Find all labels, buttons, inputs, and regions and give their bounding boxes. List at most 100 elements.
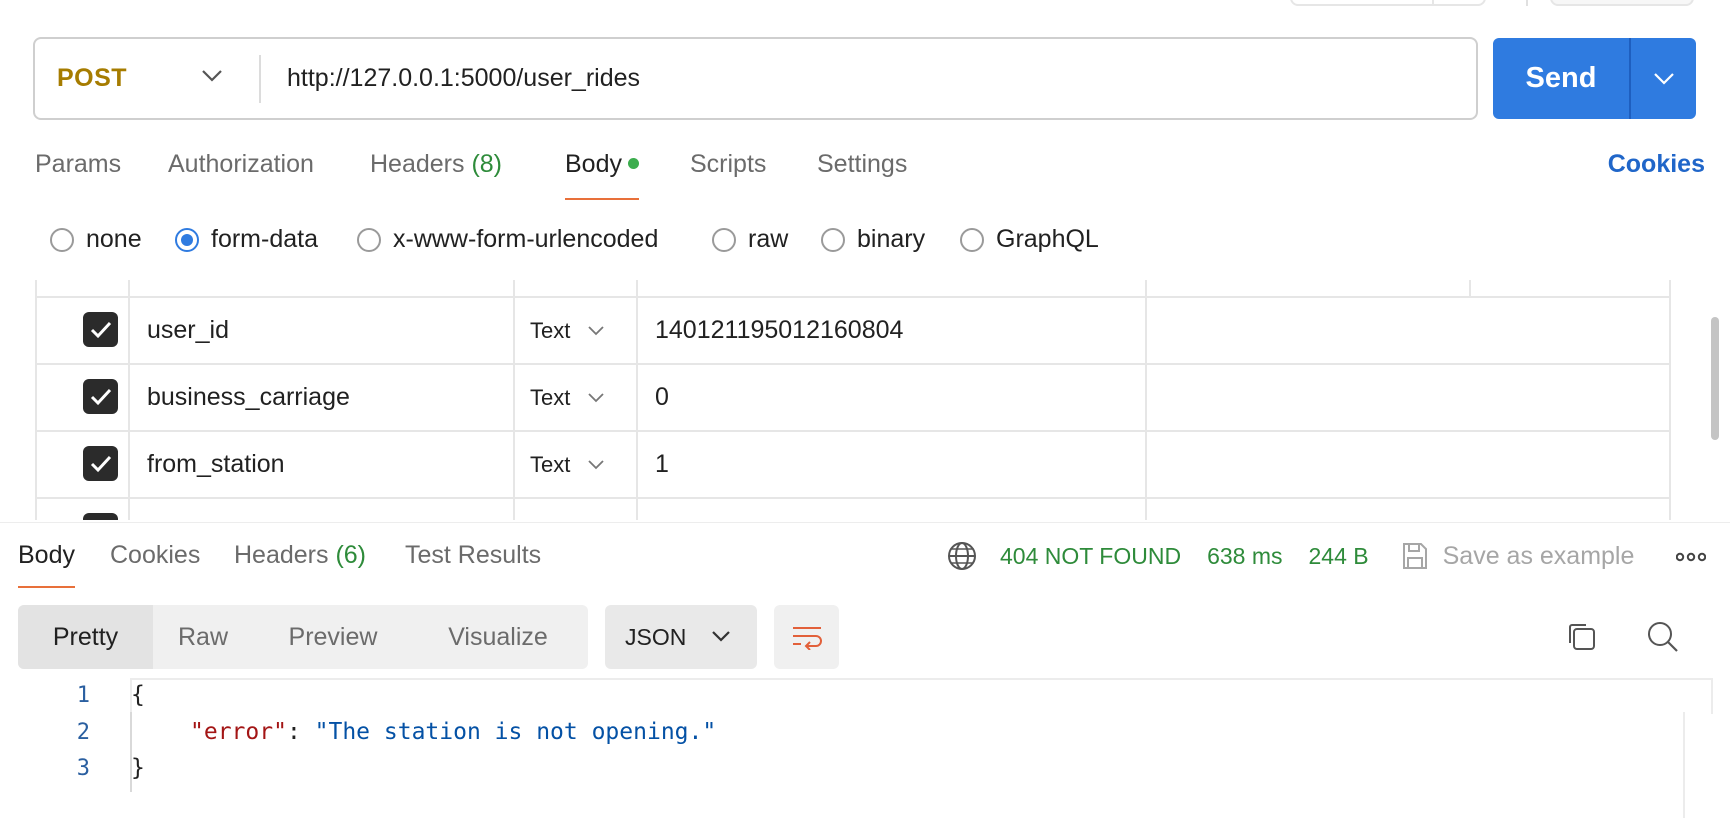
radio-circle — [960, 227, 984, 252]
headers-count: (8) — [471, 150, 503, 178]
response-tab-cookies[interactable]: Cookies — [110, 541, 200, 588]
wrap-lines-button[interactable] — [774, 605, 839, 669]
headers-count: (6) — [335, 541, 367, 569]
request-url-bar: POST — [33, 37, 1478, 120]
tab-label: Headers — [234, 541, 329, 569]
radio-label: form-data — [211, 225, 318, 253]
json-close-brace: } — [131, 755, 145, 781]
radio-circle — [175, 227, 199, 252]
more-options-icon[interactable] — [1676, 552, 1706, 562]
row-key[interactable]: user_id — [147, 316, 229, 345]
line-number: 3 — [76, 756, 90, 781]
cookies-link[interactable]: Cookies — [1608, 150, 1705, 179]
table-row: from_station Text 1 — [37, 430, 1669, 497]
tab-scripts[interactable]: Scripts — [690, 150, 766, 200]
globe-icon[interactable] — [946, 540, 978, 572]
radio-circle — [357, 227, 381, 252]
response-tab-test-results[interactable]: Test Results — [405, 541, 541, 588]
radio-circle — [712, 227, 736, 252]
method-selector[interactable]: POST — [35, 39, 259, 118]
tab-label: Headers — [370, 150, 465, 178]
row-checkbox[interactable] — [83, 513, 118, 520]
response-view-toggle: Pretty Raw Preview Visualize — [18, 605, 588, 669]
response-tab-headers[interactable]: Headers (6) — [234, 541, 366, 588]
radio-none[interactable]: none — [50, 225, 142, 254]
view-raw-button[interactable]: Raw — [153, 605, 253, 669]
tab-label: Authorization — [168, 150, 314, 178]
radio-graphql[interactable]: GraphQL — [960, 225, 1099, 254]
check-icon — [90, 455, 111, 472]
response-size[interactable]: 244 B — [1309, 543, 1369, 570]
radio-urlencoded[interactable]: x-www-form-urlencoded — [357, 225, 658, 254]
table-row-partial — [37, 497, 1669, 520]
current-line-highlight — [130, 678, 1713, 714]
row-value[interactable]: 0 — [655, 383, 669, 412]
radio-form-data[interactable]: form-data — [175, 225, 318, 254]
tab-settings[interactable]: Settings — [817, 150, 907, 200]
tab-body[interactable]: Body — [565, 150, 639, 200]
radio-label: raw — [748, 225, 789, 253]
save-as-example-button[interactable]: Save as example — [1401, 541, 1634, 571]
tab-headers[interactable]: Headers (8) — [370, 150, 502, 200]
modified-dot — [627, 158, 639, 169]
search-icon[interactable] — [1646, 620, 1680, 654]
table-row: business_carriage Text 0 — [37, 363, 1669, 430]
status-code[interactable]: 404 NOT FOUND — [1000, 543, 1181, 570]
method-label: POST — [57, 64, 128, 92]
view-preview-button[interactable]: Preview — [253, 605, 413, 669]
radio-label: GraphQL — [996, 225, 1099, 253]
copy-icon[interactable] — [1565, 620, 1599, 654]
response-status-bar: 404 NOT FOUND 638 ms 244 B Save as examp… — [946, 538, 1634, 574]
row-type-select[interactable]: Text — [530, 318, 604, 344]
request-tabs: Params Authorization Headers (8) Body Sc… — [35, 150, 1695, 200]
chevron-down-icon — [712, 631, 730, 642]
row-type-label: Text — [530, 385, 571, 410]
json-colon: : — [286, 719, 315, 745]
tab-label: Scripts — [690, 150, 767, 178]
tab-label: Body — [565, 150, 622, 178]
row-checkbox[interactable] — [83, 379, 118, 414]
row-value[interactable]: 140121195012160804 — [655, 316, 903, 345]
row-value[interactable]: 1 — [655, 450, 669, 479]
radio-raw[interactable]: raw — [712, 225, 788, 254]
chevron-down-icon — [588, 460, 604, 470]
format-select[interactable]: JSON — [605, 605, 757, 669]
tab-params[interactable]: Params — [35, 150, 121, 200]
view-pretty-button[interactable]: Pretty — [18, 605, 153, 669]
view-visualize-button[interactable]: Visualize — [413, 605, 583, 669]
response-time[interactable]: 638 ms — [1207, 543, 1282, 570]
radio-label: x-www-form-urlencoded — [393, 225, 659, 253]
url-input[interactable] — [261, 39, 1476, 118]
toolbar-divider — [1526, 0, 1528, 6]
row-type-select[interactable]: Text — [530, 385, 604, 411]
tab-label: Test Results — [405, 541, 542, 569]
row-key[interactable]: from_station — [147, 450, 285, 479]
response-body-editor[interactable]: 1 2 3 { "error": "The station is not ope… — [0, 678, 1730, 818]
json-key: "error" — [190, 719, 287, 745]
chevron-down-icon — [202, 70, 222, 82]
environment-selector[interactable] — [1290, 0, 1486, 6]
tab-authorization[interactable]: Authorization — [168, 150, 314, 200]
save-icon — [1402, 543, 1427, 569]
tab-label: Cookies — [110, 541, 201, 569]
response-tab-body[interactable]: Body — [18, 541, 75, 588]
radio-binary[interactable]: binary — [821, 225, 925, 254]
chevron-down-icon — [588, 326, 604, 336]
row-type-select[interactable]: Text — [530, 452, 604, 478]
row-key[interactable]: business_carriage — [147, 383, 350, 412]
radio-circle — [821, 227, 845, 252]
chevron-down-icon — [588, 393, 604, 403]
row-type-label: Text — [530, 318, 571, 343]
radio-label: none — [86, 225, 142, 253]
row-type-label: Text — [530, 452, 571, 477]
json-line: "error": "The station is not opening." — [190, 719, 716, 745]
row-checkbox[interactable] — [83, 312, 118, 347]
row-checkbox[interactable] — [83, 446, 118, 481]
json-open-brace: { — [131, 682, 145, 708]
vertical-scrollbar[interactable] — [1711, 317, 1719, 440]
send-button-group: Send — [1493, 38, 1696, 119]
send-button[interactable]: Send — [1493, 38, 1629, 119]
toolbar-control[interactable] — [1550, 0, 1694, 6]
pane-divider[interactable] — [0, 522, 1730, 523]
send-options-button[interactable] — [1631, 38, 1696, 119]
